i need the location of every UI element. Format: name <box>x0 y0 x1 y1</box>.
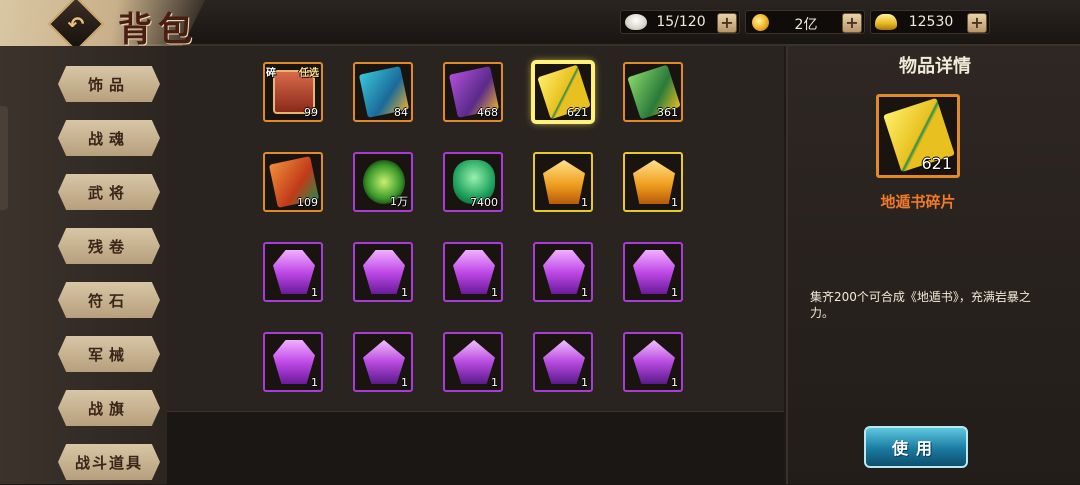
purple-crystal-icon <box>633 250 675 294</box>
ingot-value: 12530 <box>908 14 954 30</box>
item-grid: 碎 任选 99 84 468 621 361 109 1万 7400 1 1 1… <box>167 46 784 411</box>
detail-title: 物品详情 <box>899 56 971 77</box>
item-count: 1 <box>491 286 498 299</box>
inventory-item[interactable]: 1 <box>263 242 323 302</box>
item-count: 7400 <box>470 196 498 209</box>
inventory-item[interactable]: 468 <box>443 62 503 122</box>
category-generals[interactable]: 武将 <box>58 174 160 210</box>
inventory-item[interactable]: 1 <box>353 332 413 392</box>
category-label: 军械 <box>87 345 130 364</box>
item-count: 1 <box>671 286 678 299</box>
gold-counter: 2亿 + <box>745 10 865 34</box>
gold-coin-icon <box>752 14 769 31</box>
purple-rune-crystal-icon <box>453 340 495 384</box>
sidebar-handle[interactable] <box>0 106 8 210</box>
fragment-badge: 碎 <box>266 68 276 79</box>
purple-rune-crystal-icon <box>363 340 405 384</box>
inventory-item[interactable]: 1 <box>533 152 593 212</box>
detail-item-icon: 621 <box>876 94 960 178</box>
inventory-item[interactable]: 1 <box>443 332 503 392</box>
inventory-item[interactable]: 1万 <box>353 152 413 212</box>
item-count: 621 <box>567 106 588 119</box>
purple-rune-crystal-icon <box>543 340 585 384</box>
item-count: 1 <box>311 286 318 299</box>
item-count: 1 <box>671 196 678 209</box>
orange-gem-icon <box>633 160 675 204</box>
purple-rune-crystal-icon <box>633 340 675 384</box>
item-count: 1 <box>581 376 588 389</box>
ingot-counter: 12530 + <box>870 10 990 34</box>
category-fragments[interactable]: 残卷 <box>58 228 160 264</box>
category-battle-items[interactable]: 战斗道具 <box>58 444 160 480</box>
item-count: 1 <box>581 286 588 299</box>
inventory-item[interactable]: 1 <box>263 332 323 392</box>
item-count: 99 <box>304 106 318 119</box>
inventory-item[interactable]: 1 <box>533 332 593 392</box>
choice-badge: 任选 <box>299 68 319 79</box>
category-war-soul[interactable]: 战魂 <box>58 120 160 156</box>
item-count: 1 <box>401 376 408 389</box>
category-armory[interactable]: 军械 <box>58 336 160 372</box>
category-label: 武将 <box>87 183 130 202</box>
inventory-item[interactable]: 7400 <box>443 152 503 212</box>
inventory-item[interactable]: 361 <box>623 62 683 122</box>
gold-value: 2亿 <box>794 17 818 33</box>
inventory-item[interactable]: 1 <box>443 242 503 302</box>
stamina-value: 15/120 <box>656 14 706 30</box>
item-count: 84 <box>394 106 408 119</box>
purple-crystal-icon <box>543 250 585 294</box>
inventory-item[interactable]: 109 <box>263 152 323 212</box>
category-accessories[interactable]: 饰品 <box>58 66 160 102</box>
detail-item-name: 地遁书碎片 <box>880 193 956 211</box>
item-count: 1 <box>581 196 588 209</box>
category-war-banners[interactable]: 战旗 <box>58 390 160 426</box>
item-count: 1万 <box>390 195 408 208</box>
use-button-label: 使用 <box>891 439 940 458</box>
item-count: 1 <box>311 376 318 389</box>
category-label: 战旗 <box>87 399 130 418</box>
category-label: 饰品 <box>87 75 130 94</box>
detail-item-count: 621 <box>921 154 952 173</box>
inventory-item[interactable]: 1 <box>533 242 593 302</box>
item-count: 468 <box>477 106 498 119</box>
category-label: 战斗道具 <box>74 453 143 472</box>
gold-ingot-icon <box>875 14 897 30</box>
item-detail-panel: 物品详情 621 地遁书碎片 集齐200个可合成《地遁书》，充满岩暴之力。 使用 <box>786 46 1080 484</box>
purple-crystal-icon <box>273 250 315 294</box>
category-label: 符石 <box>87 291 130 310</box>
purple-crystal-icon <box>363 250 405 294</box>
inventory-item[interactable]: 84 <box>353 62 413 122</box>
category-label: 残卷 <box>87 237 130 256</box>
inventory-item[interactable]: 1 <box>623 152 683 212</box>
back-arrow-icon: ↶ <box>67 12 85 36</box>
purple-crystal-icon <box>273 340 315 384</box>
add-gold-button[interactable]: + <box>842 13 862 33</box>
inventory-item[interactable]: 1 <box>623 332 683 392</box>
grid-footer <box>167 411 784 485</box>
item-count: 109 <box>297 196 318 209</box>
category-sidebar: 饰品 战魂 武将 残卷 符石 军械 战旗 战斗道具 <box>0 46 167 484</box>
detail-item-description: 集齐200个可合成《地遁书》，充满岩暴之力。 <box>810 290 1031 320</box>
category-runestones[interactable]: 符石 <box>58 282 160 318</box>
stamina-counter: 15/120 + <box>620 10 740 34</box>
orange-gem-icon <box>543 160 585 204</box>
use-button[interactable]: 使用 <box>864 426 968 468</box>
inventory-item-selected[interactable]: 621 <box>533 62 593 122</box>
purple-crystal-icon <box>453 250 495 294</box>
top-bar: ↶ 背包 15/120 + 2亿 + 12530 + <box>0 0 1080 53</box>
page-title: 背包 <box>118 10 198 50</box>
inventory-item[interactable]: 碎 任选 99 <box>263 62 323 122</box>
steamed-bun-icon <box>625 14 647 30</box>
item-count: 361 <box>657 106 678 119</box>
item-count: 1 <box>491 376 498 389</box>
inventory-item[interactable]: 1 <box>623 242 683 302</box>
add-ingot-button[interactable]: + <box>967 13 987 33</box>
add-stamina-button[interactable]: + <box>717 13 737 33</box>
item-count: 1 <box>401 286 408 299</box>
inventory-item[interactable]: 1 <box>353 242 413 302</box>
category-label: 战魂 <box>87 129 130 148</box>
item-count: 1 <box>671 376 678 389</box>
